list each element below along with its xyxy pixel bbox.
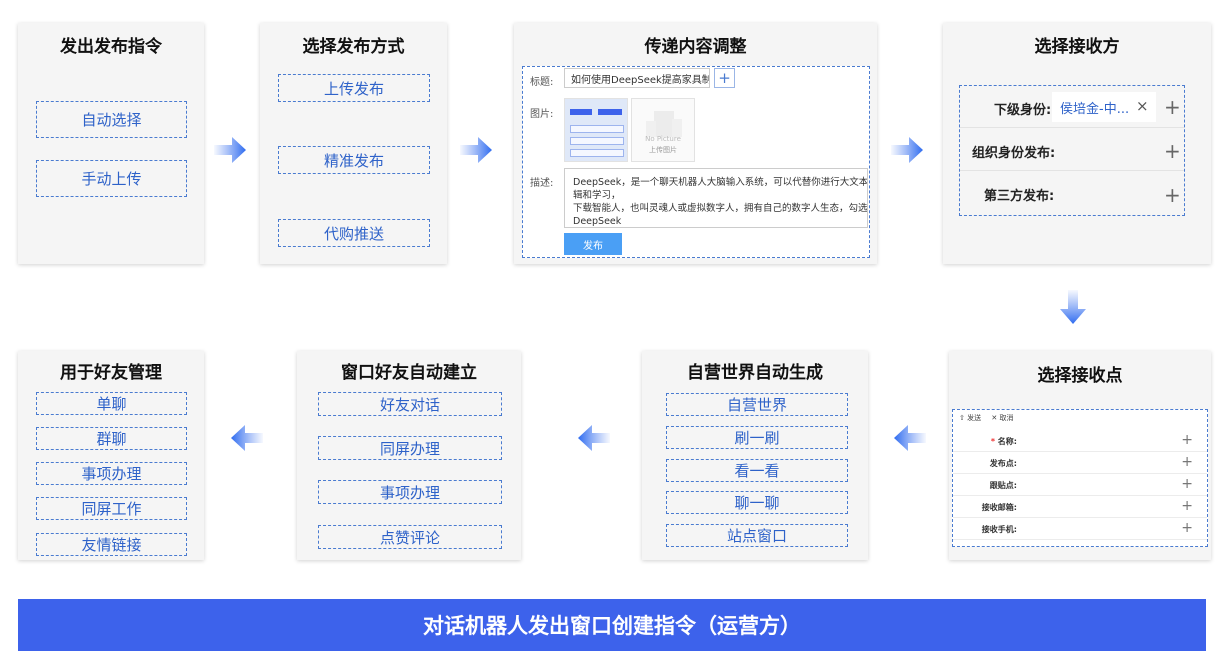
toolbar: ⇧ 发送 ✕ 取消: [959, 413, 1013, 423]
add-organization-icon[interactable]: +: [1164, 141, 1181, 161]
bottom-banner: 对话机器人发出窗口创建指令（运营方）: [18, 599, 1206, 651]
arrow-left-icon: [578, 425, 610, 451]
item-friend-links[interactable]: 友情链接: [36, 533, 187, 556]
description-line: DeepSeek，是一个聊天机器人大脑输入系统，可以代替你进行大文本编: [573, 177, 868, 188]
card-issue-command: 发出发布指令 自动选择 手动上传: [18, 23, 204, 264]
item-affairs[interactable]: 事项办理: [318, 480, 502, 504]
card-title: 发出发布指令: [60, 37, 162, 57]
item-manual-upload[interactable]: 手动上传: [36, 160, 187, 197]
item-like-comment[interactable]: 点赞评论: [318, 525, 502, 549]
add-title-button[interactable]: +: [714, 68, 735, 88]
description-textarea[interactable]: DeepSeek，是一个聊天机器人大脑输入系统，可以代替你进行大文本编 辑和学习…: [564, 168, 868, 228]
follow-point-label: 跟贴点:: [989, 481, 1017, 490]
item-auto-select[interactable]: 自动选择: [36, 101, 187, 138]
item-purchase-push[interactable]: 代购推送: [278, 219, 430, 247]
description-line: 下载智能人，也叫灵魂人或虚拟数字人，拥有自己的数字人生态，勾选: [573, 203, 868, 214]
item-same-screen[interactable]: 同屏办理: [318, 436, 502, 460]
point-row-phone: 接收手机: +: [953, 518, 1207, 540]
receiver-row-organization: 组织身份发布: +: [960, 128, 1184, 171]
item-single-chat[interactable]: 单聊: [36, 392, 187, 415]
add-phone-icon[interactable]: +: [1181, 520, 1193, 536]
add-email-icon[interactable]: +: [1181, 498, 1193, 514]
item-self-world[interactable]: 自营世界: [666, 393, 848, 416]
organization-label: 组织身份发布:: [972, 146, 1056, 161]
arrow-right-icon: [460, 137, 492, 163]
point-row-follow: 跟贴点: +: [953, 474, 1207, 496]
publish-point-label: 发布点:: [989, 459, 1017, 468]
item-precise-publish[interactable]: 精准发布: [278, 146, 430, 174]
card-content-adjust: 传递内容调整 标题: 如何使用DeepSeek提高家具制造 + 图片: No P…: [514, 23, 877, 264]
description-line: 辑和学习，: [573, 190, 621, 201]
title-label: 标题:: [530, 77, 554, 88]
item-look[interactable]: 看一看: [666, 459, 848, 482]
third-party-label: 第三方发布:: [984, 189, 1055, 204]
item-friend-chat[interactable]: 好友对话: [318, 392, 502, 416]
send-button[interactable]: 发送: [967, 414, 981, 422]
card-receive-point: 选择接收点 ⇧ 发送 ✕ 取消 * 名称: + 发布点: + 跟贴点: + 接收…: [949, 351, 1211, 560]
arrow-down-icon: [1060, 290, 1086, 324]
subordinate-label: 下级身份:: [994, 103, 1052, 118]
cancel-button[interactable]: 取消: [999, 414, 1013, 422]
card-self-world: 自营世界自动生成 自营世界 刷一刷 看一看 聊一聊 站点窗口: [642, 351, 868, 560]
card-publish-method: 选择发布方式 上传发布 精准发布 代购推送: [260, 23, 447, 264]
arrow-right-icon: [891, 137, 923, 163]
name-label: * 名称:: [957, 436, 1017, 447]
upload-image-box[interactable]: No Picture 上传图片: [631, 98, 695, 162]
item-upload-publish[interactable]: 上传发布: [278, 74, 430, 102]
email-label: 接收邮箱:: [981, 503, 1017, 512]
arrow-left-icon: [231, 425, 263, 451]
card-title: 用于好友管理: [60, 363, 162, 383]
card-title: 自营世界自动生成: [687, 363, 823, 383]
close-icon[interactable]: ×: [1136, 97, 1149, 115]
no-picture-text: No Picture: [645, 135, 681, 143]
receiver-form: 下级身份: 侯培金-中... × + 组织身份发布: + 第三方发布: +: [959, 85, 1185, 216]
card-title: 选择接收点: [1037, 366, 1123, 386]
image-thumbnail[interactable]: [564, 98, 628, 162]
point-row-name: * 名称: +: [953, 430, 1207, 452]
upload-image-text: 上传图片: [649, 146, 677, 154]
item-chat[interactable]: 聊一聊: [666, 491, 848, 514]
card-select-receiver: 选择接收方 下级身份: 侯培金-中... × + 组织身份发布: + 第三方发布…: [943, 23, 1211, 264]
send-icon[interactable]: ⇧: [959, 414, 965, 422]
title-input[interactable]: 如何使用DeepSeek提高家具制造: [564, 68, 710, 88]
receive-point-form: ⇧ 发送 ✕ 取消 * 名称: + 发布点: + 跟贴点: + 接收邮箱: + …: [952, 409, 1208, 547]
image-label: 图片:: [530, 109, 554, 120]
point-row-publish: 发布点: +: [953, 452, 1207, 474]
name-label-text: 名称:: [997, 437, 1017, 446]
receiver-row-subordinate: 下级身份: 侯培金-中... × +: [960, 86, 1184, 128]
card-title: 选择接收方: [1034, 37, 1120, 57]
card-title: 窗口好友自动建立: [341, 363, 477, 383]
required-mark: *: [990, 437, 995, 446]
card-window-friend: 窗口好友自动建立 好友对话 同屏办理 事项办理 点赞评论: [297, 351, 521, 560]
description-label: 描述:: [530, 178, 554, 189]
item-same-screen-work[interactable]: 同屏工作: [36, 497, 187, 520]
item-swipe[interactable]: 刷一刷: [666, 426, 848, 449]
item-group-chat[interactable]: 群聊: [36, 427, 187, 450]
description-line: DeepSeek: [573, 216, 622, 227]
add-follow-point-icon[interactable]: +: [1181, 476, 1193, 492]
add-subordinate-icon[interactable]: +: [1164, 97, 1181, 117]
cancel-icon[interactable]: ✕: [991, 414, 997, 422]
add-publish-point-icon[interactable]: +: [1181, 454, 1193, 470]
item-affairs[interactable]: 事项办理: [36, 462, 187, 485]
arrow-right-icon: [214, 137, 246, 163]
add-third-party-icon[interactable]: +: [1164, 185, 1181, 205]
add-name-icon[interactable]: +: [1181, 432, 1193, 448]
point-row-email: 接收邮箱: +: [953, 496, 1207, 518]
card-friend-manage: 用于好友管理 单聊 群聊 事项办理 同屏工作 友情链接: [18, 351, 204, 560]
card-title: 选择发布方式: [302, 37, 405, 57]
content-form: 标题: 如何使用DeepSeek提高家具制造 + 图片: No Picture …: [522, 66, 870, 258]
arrow-left-icon: [894, 425, 926, 451]
item-site-window[interactable]: 站点窗口: [666, 524, 848, 547]
card-title: 传递内容调整: [644, 37, 747, 57]
phone-label: 接收手机:: [981, 525, 1017, 534]
publish-button[interactable]: 发布: [564, 233, 622, 255]
receiver-row-third-party: 第三方发布: +: [960, 171, 1184, 215]
